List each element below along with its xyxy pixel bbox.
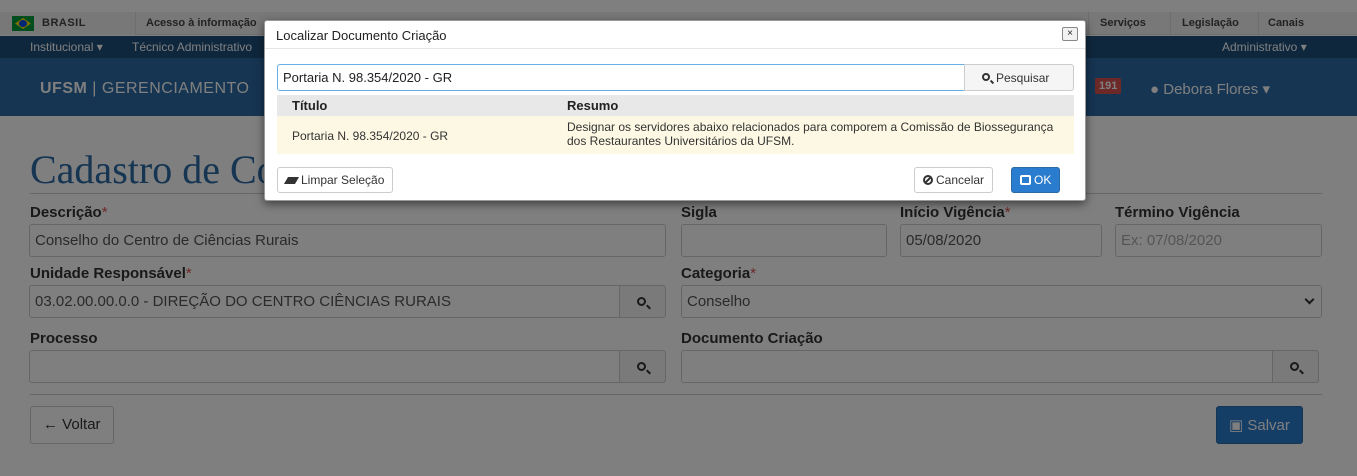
eraser-icon	[283, 177, 300, 184]
limpar-selecao-button[interactable]: Limpar Seleção	[277, 167, 394, 193]
results-table-header: Título Resumo	[277, 95, 1074, 116]
ban-icon	[923, 175, 933, 185]
cancel-button[interactable]: Cancelar	[914, 167, 994, 193]
close-icon[interactable]: ×	[1062, 27, 1078, 41]
divider	[265, 48, 1085, 49]
row-titulo: Portaria N. 98.354/2020 - GR	[292, 129, 449, 143]
document-search-input[interactable]: Portaria N. 98.354/2020 - GR	[277, 64, 965, 91]
search-icon	[982, 73, 990, 81]
table-row[interactable]: Portaria N. 98.354/2020 - GR Designar os…	[277, 116, 1074, 154]
pesquisar-button[interactable]: Pesquisar	[964, 64, 1074, 91]
check-square-icon	[1020, 175, 1031, 185]
column-titulo: Título	[292, 98, 328, 113]
row-resumo: Designar os servidores abaixo relacionad…	[567, 120, 1054, 148]
localizar-documento-modal: Localizar Documento Criação × Portaria N…	[264, 20, 1086, 201]
ok-button[interactable]: OK	[1011, 167, 1061, 193]
column-resumo: Resumo	[567, 98, 619, 113]
modal-title: Localizar Documento Criação	[276, 28, 447, 43]
